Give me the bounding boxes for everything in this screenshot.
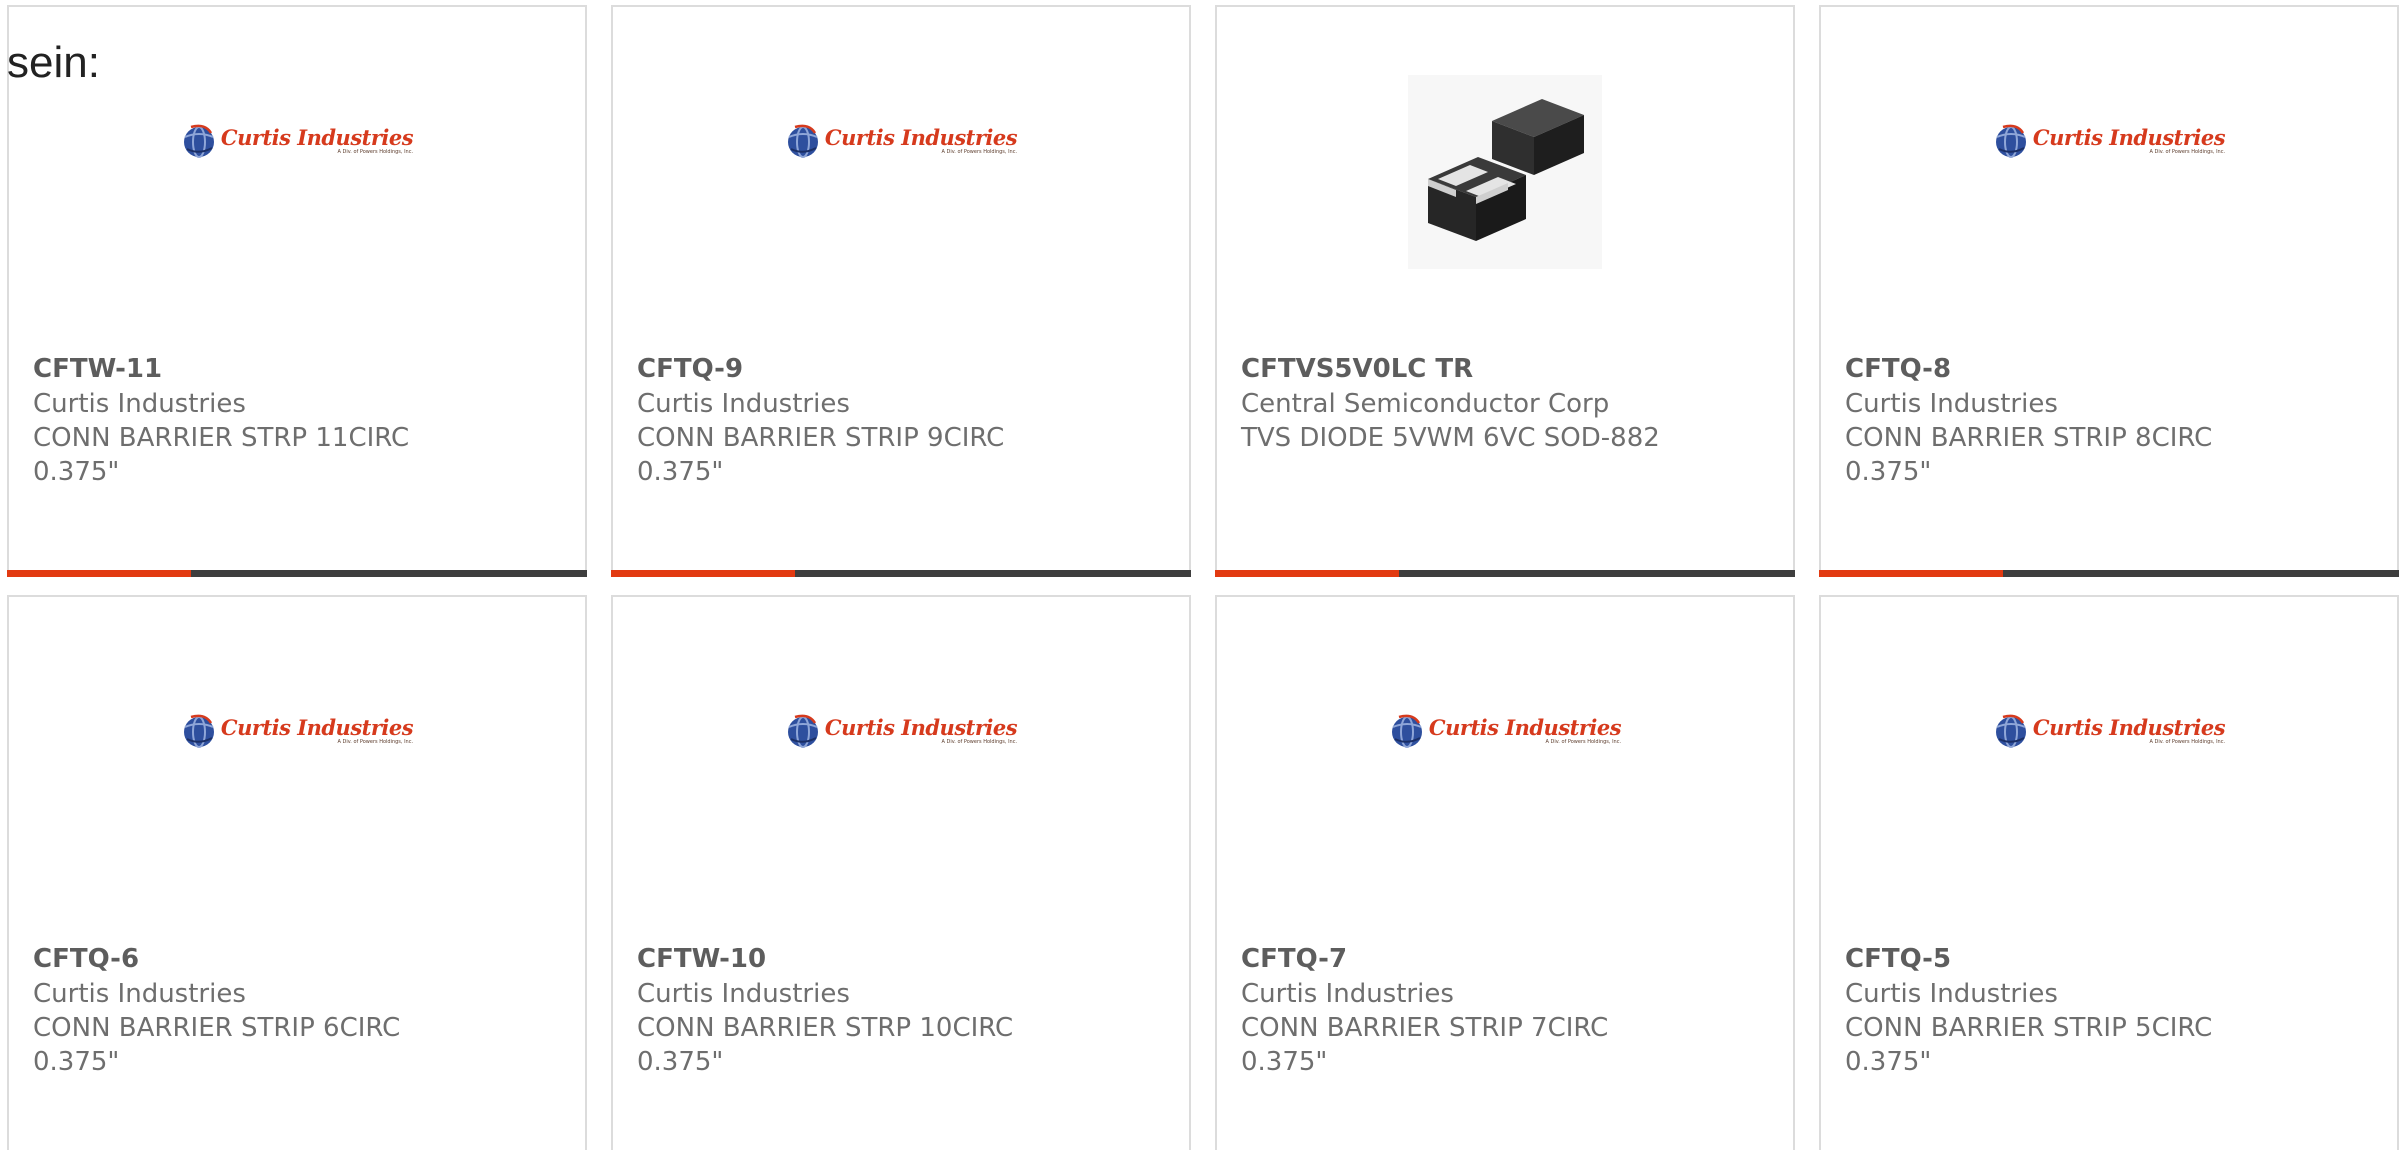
description: CONN BARRIER STRIP 6CIRC	[33, 1013, 401, 1043]
spec: 0.375"	[637, 457, 724, 487]
curtis-industries-logo: Curtis Industries A Div. of Powers Holdi…	[785, 123, 1018, 159]
card-accent-bar-highlight	[1215, 570, 1399, 577]
product-card[interactable]: Curtis Industries A Div. of Powers Holdi…	[1215, 595, 1795, 1150]
card-accent-bar	[1819, 570, 2399, 577]
product-card[interactable]: Curtis Industries A Div. of Powers Holdi…	[611, 595, 1191, 1150]
manufacturer: Curtis Industries	[1845, 389, 2058, 419]
logo-subtitle: A Div. of Powers Holdings, Inc.	[2149, 739, 2226, 745]
page: sein: Curtis Industries A Div. of Powers…	[0, 0, 2400, 1150]
product-card[interactable]: CFTVS5V0LC TR Central Semiconductor Corp…	[1215, 5, 1795, 577]
part-number[interactable]: CFTW-10	[637, 941, 1173, 977]
product-image: Curtis Industries A Div. of Powers Holdi…	[1821, 657, 2397, 877]
spec: 0.375"	[637, 1047, 724, 1077]
logo-subtitle: A Div. of Powers Holdings, Inc.	[941, 149, 1018, 155]
description: CONN BARRIER STRIP 5CIRC	[1845, 1013, 2213, 1043]
logo-name: Curtis Industries	[2032, 715, 2226, 740]
curtis-industries-logo: Curtis Industries A Div. of Powers Holdi…	[1993, 713, 2226, 749]
lead-text: sein:	[7, 38, 100, 87]
description: CONN BARRIER STRP 10CIRC	[637, 1013, 1014, 1043]
card-accent-bar-highlight	[1819, 570, 2003, 577]
manufacturer: Curtis Industries	[637, 979, 850, 1009]
logo-subtitle: A Div. of Powers Holdings, Inc.	[337, 739, 414, 745]
globe-icon	[1391, 714, 1422, 748]
curtis-industries-logo: Curtis Industries A Div. of Powers Holdi…	[1389, 713, 1622, 749]
curtis-industries-logo: Curtis Industries A Div. of Powers Holdi…	[181, 123, 414, 159]
part-number[interactable]: CFTQ-7	[1241, 941, 1777, 977]
product-info: CFTW-10 Curtis Industries CONN BARRIER S…	[637, 941, 1173, 1079]
card-accent-bar	[1215, 570, 1795, 577]
product-card[interactable]: Curtis Industries A Div. of Powers Holdi…	[7, 5, 587, 577]
spec: 0.375"	[1845, 457, 1932, 487]
manufacturer: Curtis Industries	[33, 979, 246, 1009]
card-accent-bar	[7, 570, 587, 577]
product-info: CFTQ-7 Curtis Industries CONN BARRIER ST…	[1241, 941, 1777, 1079]
description: TVS DIODE 5VWM 6VC SOD-882	[1241, 423, 1660, 453]
product-image: Curtis Industries A Div. of Powers Holdi…	[613, 67, 1189, 287]
spec: 0.375"	[33, 457, 120, 487]
description: CONN BARRIER STRIP 7CIRC	[1241, 1013, 1609, 1043]
product-image: Curtis Industries A Div. of Powers Holdi…	[1821, 67, 2397, 287]
manufacturer: Curtis Industries	[1845, 979, 2058, 1009]
part-number[interactable]: CFTQ-9	[637, 351, 1173, 387]
part-number[interactable]: CFTW-11	[33, 351, 569, 387]
curtis-industries-logo: Curtis Industries A Div. of Powers Holdi…	[1993, 123, 2226, 159]
logo-name: Curtis Industries	[1428, 715, 1622, 740]
globe-icon	[1995, 714, 2026, 748]
manufacturer: Curtis Industries	[637, 389, 850, 419]
description: CONN BARRIER STRP 11CIRC	[33, 423, 410, 453]
curtis-industries-logo: Curtis Industries A Div. of Powers Holdi…	[181, 713, 414, 749]
card-accent-bar	[611, 570, 1191, 577]
globe-icon	[183, 124, 214, 158]
product-card[interactable]: Curtis Industries A Div. of Powers Holdi…	[611, 5, 1191, 577]
product-card[interactable]: Curtis Industries A Div. of Powers Holdi…	[1819, 595, 2399, 1150]
part-number[interactable]: CFTVS5V0LC TR	[1241, 351, 1777, 387]
description: CONN BARRIER STRIP 9CIRC	[637, 423, 1005, 453]
manufacturer: Curtis Industries	[33, 389, 246, 419]
sod-882-chip-photo	[1408, 75, 1602, 269]
logo-subtitle: A Div. of Powers Holdings, Inc.	[337, 149, 414, 155]
logo-subtitle: A Div. of Powers Holdings, Inc.	[2149, 149, 2226, 155]
spec: 0.375"	[1241, 1047, 1328, 1077]
logo-name: Curtis Industries	[220, 715, 414, 740]
spec: 0.375"	[33, 1047, 120, 1077]
logo-name: Curtis Industries	[824, 715, 1018, 740]
card-accent-bar-highlight	[611, 570, 795, 577]
logo-subtitle: A Div. of Powers Holdings, Inc.	[941, 739, 1018, 745]
logo-name: Curtis Industries	[2032, 125, 2226, 150]
manufacturer: Curtis Industries	[1241, 979, 1454, 1009]
globe-icon	[787, 714, 818, 748]
card-accent-bar-highlight	[7, 570, 191, 577]
product-card[interactable]: Curtis Industries A Div. of Powers Holdi…	[1819, 5, 2399, 577]
logo-name: Curtis Industries	[824, 125, 1018, 150]
spec: 0.375"	[1845, 1047, 1932, 1077]
logo-subtitle: A Div. of Powers Holdings, Inc.	[1545, 739, 1622, 745]
product-image: Curtis Industries A Div. of Powers Holdi…	[9, 67, 585, 287]
product-card[interactable]: Curtis Industries A Div. of Powers Holdi…	[7, 595, 587, 1150]
manufacturer: Central Semiconductor Corp	[1241, 389, 1610, 419]
globe-icon	[1995, 124, 2026, 158]
product-info: CFTQ-8 Curtis Industries CONN BARRIER ST…	[1845, 351, 2381, 489]
product-image: Curtis Industries A Div. of Powers Holdi…	[613, 657, 1189, 877]
product-info: CFTQ-6 Curtis Industries CONN BARRIER ST…	[33, 941, 569, 1079]
logo-name: Curtis Industries	[220, 125, 414, 150]
part-number[interactable]: CFTQ-6	[33, 941, 569, 977]
product-grid: Curtis Industries A Div. of Powers Holdi…	[7, 5, 2400, 1150]
product-info: CFTW-11 Curtis Industries CONN BARRIER S…	[33, 351, 569, 489]
part-number[interactable]: CFTQ-8	[1845, 351, 2381, 387]
product-info: CFTQ-5 Curtis Industries CONN BARRIER ST…	[1845, 941, 2381, 1079]
description: CONN BARRIER STRIP 8CIRC	[1845, 423, 2213, 453]
product-info: CFTQ-9 Curtis Industries CONN BARRIER ST…	[637, 351, 1173, 489]
globe-icon	[787, 124, 818, 158]
product-image: Curtis Industries A Div. of Powers Holdi…	[9, 657, 585, 877]
product-image	[1217, 67, 1793, 287]
part-number[interactable]: CFTQ-5	[1845, 941, 2381, 977]
globe-icon	[183, 714, 214, 748]
curtis-industries-logo: Curtis Industries A Div. of Powers Holdi…	[785, 713, 1018, 749]
product-image: Curtis Industries A Div. of Powers Holdi…	[1217, 657, 1793, 877]
product-info: CFTVS5V0LC TR Central Semiconductor Corp…	[1241, 351, 1777, 455]
